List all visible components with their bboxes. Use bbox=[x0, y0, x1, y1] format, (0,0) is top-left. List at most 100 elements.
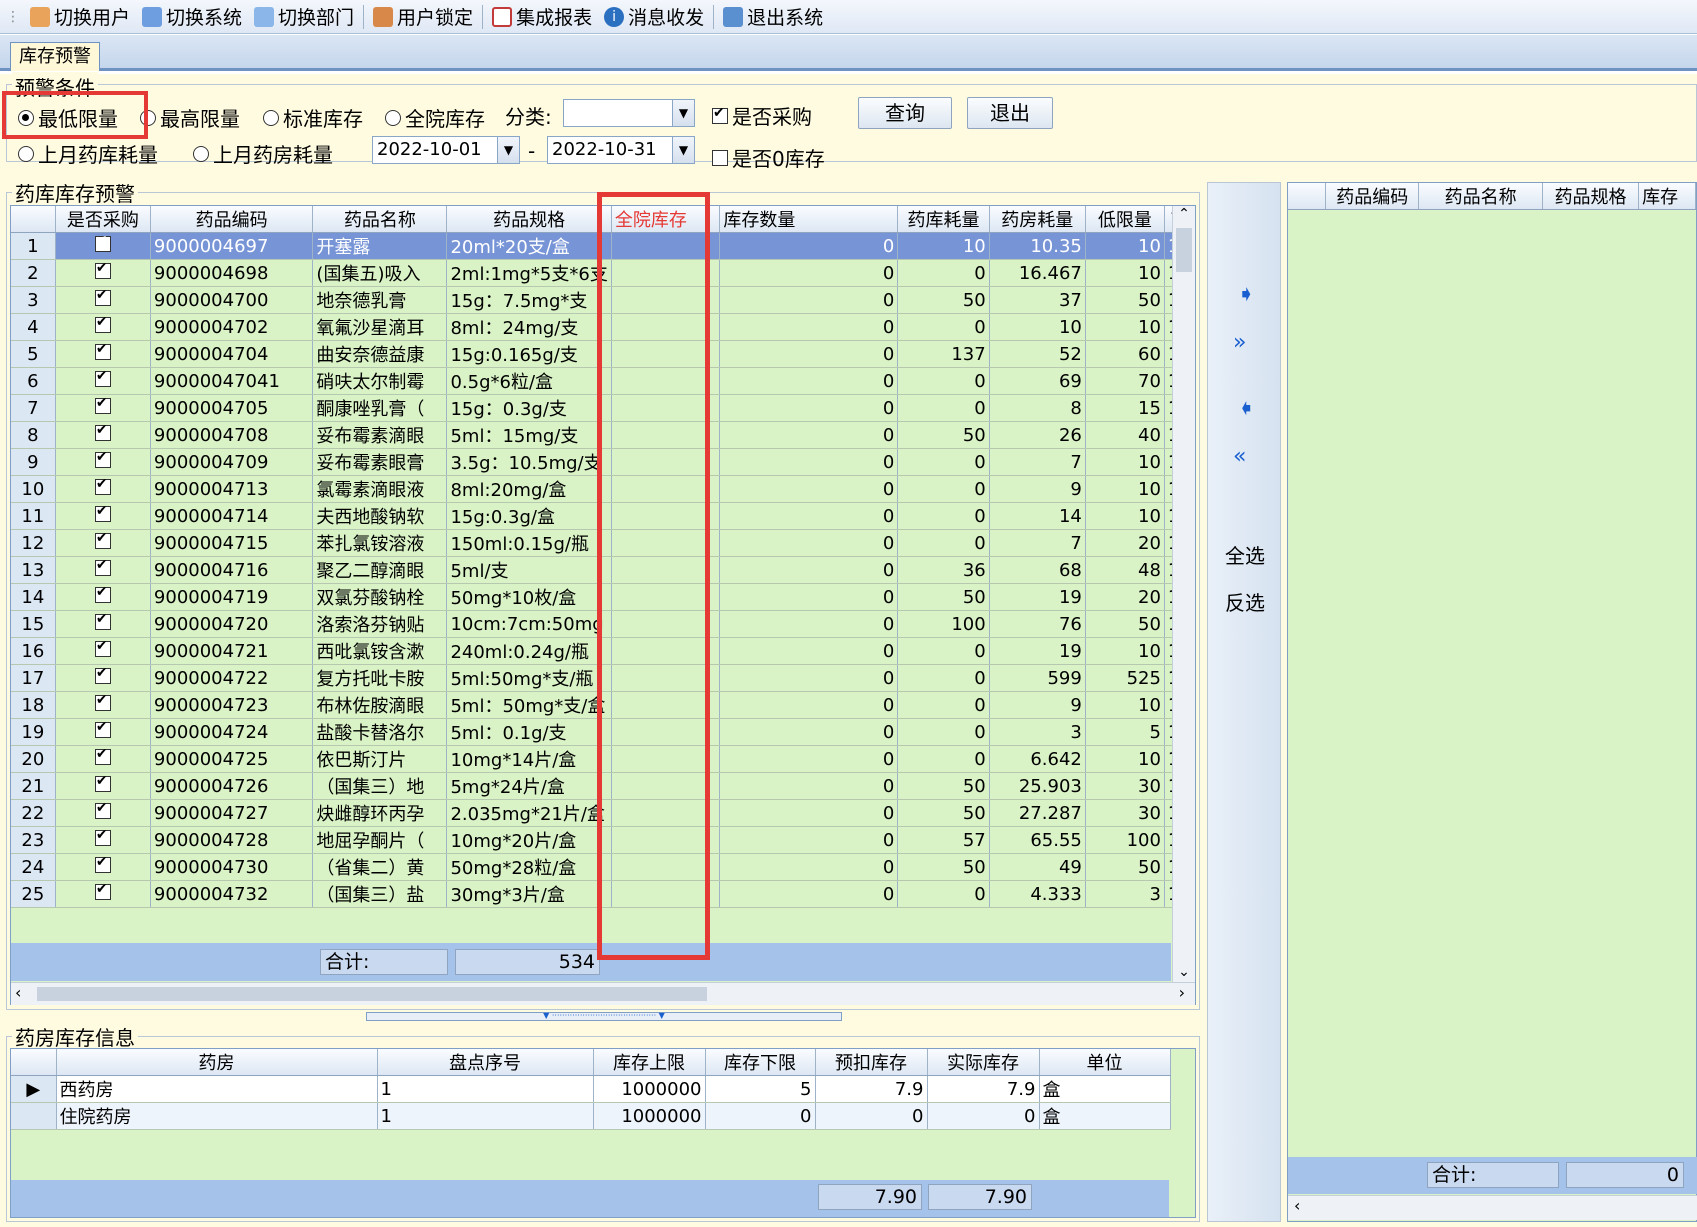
checkbox-indicator[interactable] bbox=[94, 557, 111, 576]
move-right-icon[interactable]: ➧ bbox=[1237, 282, 1255, 307]
purchase-checkbox-cell[interactable] bbox=[55, 826, 151, 854]
column-header-lower-limit[interactable]: 库存下限 bbox=[705, 1049, 816, 1076]
column-header-upper-limit[interactable]: 库存上限 bbox=[593, 1049, 706, 1076]
checkbox-indicator[interactable] bbox=[94, 827, 111, 846]
radio-max-limit[interactable]: 最高限量 bbox=[140, 103, 240, 132]
purchase-checkbox-cell[interactable] bbox=[55, 745, 151, 773]
table-row[interactable]: 住院药房 1 1000000 0 0 0 盒 bbox=[11, 1102, 1171, 1130]
purchase-checkbox-cell[interactable] bbox=[55, 475, 151, 503]
purchase-checkbox-cell[interactable] bbox=[55, 421, 151, 449]
scroll-thumb[interactable] bbox=[37, 987, 707, 1001]
purchase-checkbox-cell[interactable] bbox=[55, 556, 151, 584]
zero-stock-checkbox[interactable]: 是否0库存 bbox=[712, 143, 825, 172]
column-header-name[interactable]: 药品名称 bbox=[312, 206, 448, 233]
purchase-checkbox-cell[interactable] bbox=[55, 259, 151, 287]
date-to-picker[interactable]: 2022-10-31 ▼ bbox=[547, 136, 695, 164]
checkbox-indicator[interactable] bbox=[94, 341, 111, 360]
scroll-down-icon[interactable]: ⌄ bbox=[1173, 964, 1195, 980]
checkbox-indicator[interactable] bbox=[94, 854, 111, 873]
move-all-left-icon[interactable]: « bbox=[1233, 444, 1246, 469]
column-header-min-limit[interactable]: 低限量 bbox=[1085, 206, 1165, 233]
switch-user-button[interactable]: 切换用户 bbox=[24, 2, 136, 32]
purchase-checkbox-cell[interactable] bbox=[55, 664, 151, 692]
switch-system-button[interactable]: 切换系统 bbox=[136, 2, 248, 32]
exit-system-button[interactable]: 退出系统 bbox=[717, 2, 829, 32]
checkbox-indicator[interactable] bbox=[94, 395, 111, 414]
purchase-checkbox-cell[interactable] bbox=[55, 637, 151, 665]
radio-last-month-warehouse[interactable]: 上月药库耗量 bbox=[18, 139, 158, 168]
column-header-stock[interactable]: 库存 bbox=[1638, 183, 1696, 210]
checkbox-indicator[interactable] bbox=[94, 665, 111, 684]
checkbox-indicator[interactable] bbox=[94, 287, 111, 306]
purchase-checkbox-cell[interactable] bbox=[55, 448, 151, 476]
purchase-checkbox-cell[interactable] bbox=[55, 583, 151, 611]
purchase-checkbox-cell[interactable] bbox=[55, 340, 151, 368]
move-all-right-icon[interactable]: » bbox=[1233, 330, 1246, 355]
checkbox-indicator[interactable] bbox=[94, 503, 111, 522]
scroll-left-icon[interactable]: ‹ bbox=[1294, 1196, 1300, 1215]
purchase-checkbox-cell[interactable] bbox=[55, 772, 151, 800]
invert-selection-button[interactable]: 反选 bbox=[1225, 587, 1265, 616]
scroll-right-icon[interactable]: › bbox=[1179, 983, 1185, 1002]
checkbox-indicator[interactable] bbox=[94, 881, 111, 900]
column-header-inventory-seq[interactable]: 盘点序号 bbox=[377, 1049, 594, 1076]
date-from-picker[interactable]: 2022-10-01 ▼ bbox=[372, 136, 520, 164]
checkbox-indicator[interactable] bbox=[94, 584, 111, 603]
column-header-unit[interactable]: 单位 bbox=[1039, 1049, 1171, 1076]
scroll-left-icon[interactable]: ‹ bbox=[15, 983, 21, 1002]
checkbox-indicator[interactable] bbox=[94, 422, 111, 441]
purchase-checkbox-cell[interactable] bbox=[55, 313, 151, 341]
radio-last-month-pharmacy[interactable]: 上月药房耗量 bbox=[193, 139, 333, 168]
column-header-code[interactable]: 药品编码 bbox=[150, 206, 314, 233]
checkbox-indicator[interactable] bbox=[94, 314, 111, 333]
switch-department-button[interactable]: 切换部门 bbox=[248, 2, 360, 32]
column-header-purchase[interactable]: 是否采购 bbox=[55, 206, 151, 233]
purchase-checkbox[interactable]: 是否采购 bbox=[712, 101, 812, 130]
column-header-pharmacy[interactable]: 药房 bbox=[56, 1049, 378, 1076]
checkbox-indicator[interactable] bbox=[94, 773, 111, 792]
purchase-checkbox-cell[interactable] bbox=[55, 880, 151, 908]
purchase-checkbox-cell[interactable] bbox=[55, 691, 151, 719]
purchase-checkbox-cell[interactable] bbox=[55, 529, 151, 557]
purchase-checkbox-cell[interactable] bbox=[55, 286, 151, 314]
integrated-report-button[interactable]: 集成报表 bbox=[486, 2, 598, 32]
purchase-horizontal-scrollbar[interactable]: ‹ bbox=[1288, 1195, 1697, 1220]
tab-stock-warning[interactable]: 库存预警 bbox=[10, 42, 100, 71]
column-header-actual[interactable]: 实际库存 bbox=[927, 1049, 1040, 1076]
column-header-code[interactable]: 药品编码 bbox=[1325, 183, 1420, 210]
purchase-checkbox-cell[interactable] bbox=[55, 367, 151, 395]
category-select[interactable]: ▼ bbox=[563, 99, 695, 127]
exit-button[interactable]: 退出 bbox=[967, 97, 1053, 129]
purchase-checkbox-cell[interactable] bbox=[55, 853, 151, 881]
purchase-checkbox-cell[interactable] bbox=[55, 799, 151, 827]
radio-standard-stock[interactable]: 标准库存 bbox=[263, 103, 363, 132]
column-header-withheld[interactable]: 预扣库存 bbox=[815, 1049, 928, 1076]
purchase-checkbox-cell[interactable] bbox=[55, 394, 151, 422]
scroll-thumb[interactable] bbox=[1176, 228, 1192, 272]
column-header-name[interactable]: 药品名称 bbox=[1418, 183, 1544, 210]
column-header-warehouse-usage[interactable]: 药库耗量 bbox=[897, 206, 990, 233]
checkbox-indicator[interactable] bbox=[94, 746, 111, 765]
checkbox-indicator[interactable] bbox=[94, 638, 111, 657]
purchase-checkbox-cell[interactable] bbox=[55, 718, 151, 746]
checkbox-indicator[interactable] bbox=[94, 368, 111, 387]
checkbox-indicator[interactable] bbox=[94, 719, 111, 738]
radio-hospital-stock[interactable]: 全院库存 bbox=[385, 103, 485, 132]
checkbox-indicator[interactable] bbox=[94, 530, 111, 549]
column-header-pharmacy-usage[interactable]: 药房耗量 bbox=[989, 206, 1086, 233]
checkbox-indicator[interactable] bbox=[94, 611, 111, 630]
column-header-stock-qty[interactable]: 库存数量 bbox=[719, 206, 899, 233]
checkbox-indicator[interactable] bbox=[94, 260, 111, 279]
checkbox-indicator[interactable] bbox=[94, 476, 111, 495]
checkbox-indicator[interactable] bbox=[94, 800, 111, 819]
purchase-checkbox-cell[interactable] bbox=[55, 610, 151, 638]
splitter-handle[interactable]: ▼ ······································… bbox=[366, 1012, 842, 1021]
column-header-spec[interactable]: 药品规格 bbox=[1542, 183, 1640, 210]
select-all-button[interactable]: 全选 bbox=[1225, 540, 1265, 569]
move-left-icon[interactable]: ➧ bbox=[1237, 396, 1255, 421]
column-header-spec[interactable]: 药品规格 bbox=[446, 206, 612, 233]
query-button[interactable]: 查询 bbox=[858, 97, 952, 129]
scroll-up-icon[interactable]: ⌃ bbox=[1173, 206, 1195, 222]
message-button[interactable]: i 消息收发 bbox=[598, 2, 710, 32]
checkbox-indicator[interactable] bbox=[94, 692, 111, 711]
